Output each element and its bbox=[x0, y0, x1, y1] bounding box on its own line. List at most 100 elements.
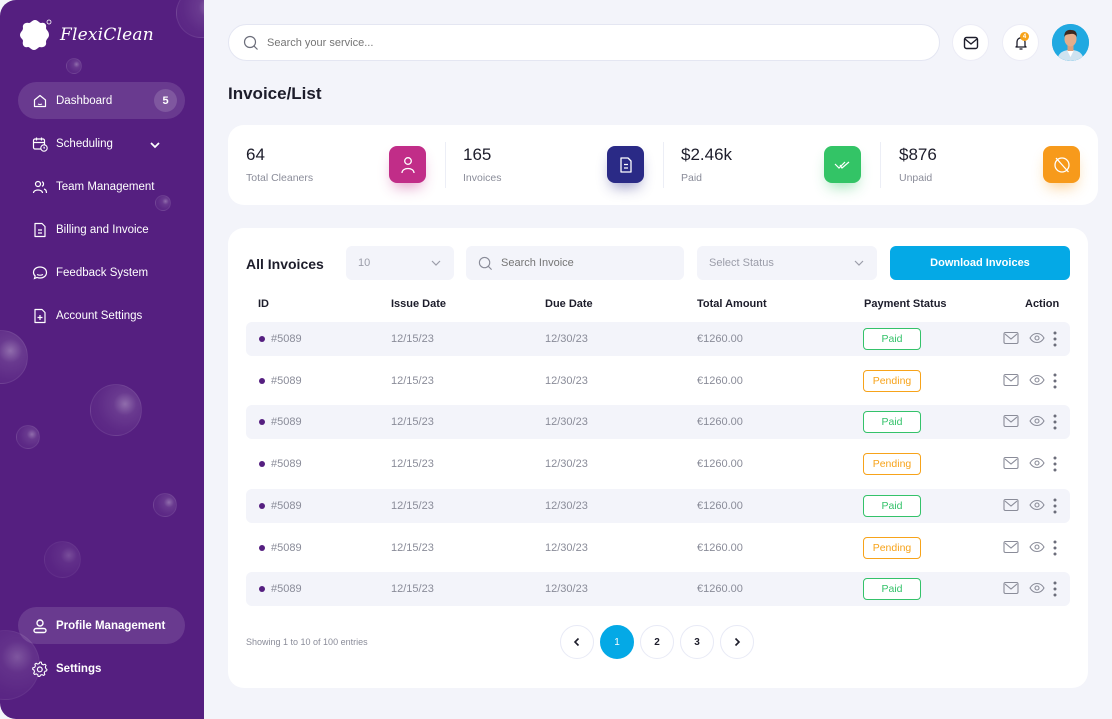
send-mail-icon[interactable] bbox=[1003, 498, 1019, 512]
invoice-id[interactable]: #5089 bbox=[271, 458, 302, 470]
more-options-icon[interactable] bbox=[1052, 372, 1058, 390]
stat-icon-box bbox=[1043, 146, 1080, 183]
invoice-id[interactable]: #5089 bbox=[271, 416, 302, 428]
table-row[interactable]: #5089 12/15/23 12/30/23 €1260.00 Paid bbox=[246, 572, 1070, 607]
file-plus-icon bbox=[34, 308, 46, 323]
column-header-issue-date[interactable]: Issue Date bbox=[391, 298, 446, 310]
invoice-id[interactable]: #5089 bbox=[271, 375, 302, 387]
row-bullet bbox=[259, 544, 265, 551]
payment-status-badge: Paid bbox=[863, 578, 921, 601]
brand-name: FlexiClean bbox=[60, 25, 154, 45]
more-options-icon[interactable] bbox=[1052, 580, 1058, 598]
stat-label: Paid bbox=[681, 172, 703, 184]
stat-invoices: 165 Invoices bbox=[463, 125, 663, 205]
due-date: 12/30/23 bbox=[545, 499, 588, 512]
sidebar-item-team-management[interactable]: Team Management bbox=[18, 168, 185, 205]
global-search[interactable] bbox=[228, 24, 940, 61]
chevron-down-icon bbox=[854, 260, 864, 266]
download-invoices-button[interactable]: Download Invoices bbox=[890, 246, 1070, 280]
view-eye-icon[interactable] bbox=[1029, 331, 1045, 345]
sidebar-item-label: Feedback System bbox=[56, 266, 149, 279]
table-row[interactable]: #5089 12/15/23 12/30/23 €1260.00 Paid bbox=[246, 322, 1070, 356]
payment-status-badge: Pending bbox=[863, 369, 921, 392]
invoice-id[interactable]: #5089 bbox=[271, 583, 302, 595]
send-mail-icon[interactable] bbox=[1003, 414, 1019, 428]
sidebar-item-dashboard[interactable]: Dashboard 5 bbox=[18, 82, 185, 119]
more-options-icon[interactable] bbox=[1052, 497, 1058, 515]
view-eye-icon[interactable] bbox=[1029, 456, 1045, 470]
total-amount: €1260.00 bbox=[697, 583, 743, 596]
more-options-icon[interactable] bbox=[1052, 330, 1058, 348]
table-row[interactable]: #5089 12/15/23 12/30/23 €1260.00 Pending bbox=[246, 447, 1070, 481]
user-avatar[interactable] bbox=[1052, 24, 1089, 61]
column-header-id[interactable]: ID bbox=[258, 298, 269, 310]
decor-bubble bbox=[90, 384, 142, 436]
invoice-search[interactable] bbox=[466, 246, 684, 280]
stat-value: 165 bbox=[463, 145, 492, 164]
page-size-select[interactable]: 10 bbox=[346, 246, 454, 280]
notifications-button[interactable]: 4 bbox=[1002, 24, 1039, 61]
no-coin-icon bbox=[1053, 156, 1070, 173]
invoice-id[interactable]: #5089 bbox=[271, 333, 302, 345]
column-header-payment-status[interactable]: Payment Status bbox=[864, 298, 947, 310]
pagination-page-2[interactable]: 2 bbox=[640, 625, 674, 659]
chevron-down-icon[interactable] bbox=[147, 137, 163, 153]
sidebar-item-profile-management[interactable]: Profile Management bbox=[18, 607, 185, 644]
pagination-page-1[interactable]: 1 bbox=[600, 625, 634, 659]
invoice-id[interactable]: #5089 bbox=[271, 542, 302, 554]
view-eye-icon[interactable] bbox=[1029, 540, 1045, 554]
sidebar-item-account-settings[interactable]: Account Settings bbox=[18, 297, 185, 334]
view-eye-icon[interactable] bbox=[1029, 373, 1045, 387]
sidebar-item-settings[interactable]: Settings bbox=[18, 650, 185, 687]
pagination-summary: Showing 1 to 10 of 100 entries bbox=[246, 637, 368, 647]
more-options-icon[interactable] bbox=[1052, 413, 1058, 431]
invoice-search-input[interactable] bbox=[501, 257, 671, 269]
view-eye-icon[interactable] bbox=[1029, 414, 1045, 428]
send-mail-icon[interactable] bbox=[1003, 331, 1019, 345]
user-icon bbox=[33, 618, 47, 633]
send-mail-icon[interactable] bbox=[1003, 581, 1019, 595]
more-options-icon[interactable] bbox=[1052, 455, 1058, 473]
stat-icon-box bbox=[389, 146, 426, 183]
pagination-page-3[interactable]: 3 bbox=[680, 625, 714, 659]
send-mail-icon[interactable] bbox=[1003, 456, 1019, 470]
stat-icon-box bbox=[824, 146, 861, 183]
stat-total-cleaners: 64 Total Cleaners bbox=[246, 125, 446, 205]
payment-status-badge: Paid bbox=[863, 328, 921, 350]
sidebar-item-scheduling[interactable]: Scheduling bbox=[18, 125, 185, 162]
issue-date: 12/15/23 bbox=[391, 416, 434, 429]
stat-divider bbox=[880, 142, 881, 188]
sidebar-item-billing-and-invoice[interactable]: Billing and Invoice bbox=[18, 211, 185, 248]
brand-logo[interactable]: FlexiClean bbox=[18, 18, 154, 52]
table-row[interactable]: #5089 12/15/23 12/30/23 €1260.00 Pending bbox=[246, 364, 1070, 398]
table-row[interactable]: #5089 12/15/23 12/30/23 €1260.00 Paid bbox=[246, 405, 1070, 440]
send-mail-icon[interactable] bbox=[1003, 373, 1019, 387]
column-header-action: Action bbox=[1025, 298, 1060, 310]
stat-unpaid: $876 Unpaid bbox=[899, 125, 1099, 205]
view-eye-icon[interactable] bbox=[1029, 581, 1045, 595]
row-bullet bbox=[259, 502, 265, 509]
column-header-due-date[interactable]: Due Date bbox=[545, 298, 593, 310]
sidebar-item-feedback-system[interactable]: Feedback System bbox=[18, 254, 185, 291]
pagination-next-button[interactable] bbox=[720, 625, 754, 659]
issue-date: 12/15/23 bbox=[391, 374, 434, 387]
column-header-total-amount[interactable]: Total Amount bbox=[697, 298, 767, 310]
invoice-id[interactable]: #5089 bbox=[271, 500, 302, 512]
table-row[interactable]: #5089 12/15/23 12/30/23 €1260.00 Paid bbox=[246, 488, 1070, 523]
issue-date: 12/15/23 bbox=[391, 333, 434, 345]
view-eye-icon[interactable] bbox=[1029, 498, 1045, 512]
decor-bubble bbox=[44, 541, 81, 578]
global-search-input[interactable] bbox=[267, 36, 867, 49]
due-date: 12/30/23 bbox=[545, 583, 588, 596]
users-icon bbox=[32, 180, 48, 193]
sidebar-item-label: Profile Management bbox=[56, 619, 166, 632]
pagination-prev-button[interactable] bbox=[560, 625, 594, 659]
page-size-value: 10 bbox=[358, 257, 371, 269]
status-select-placeholder: Select Status bbox=[709, 257, 774, 269]
send-mail-icon[interactable] bbox=[1003, 540, 1019, 554]
table-row[interactable]: #5089 12/15/23 12/30/23 €1260.00 Pending bbox=[246, 531, 1070, 565]
more-options-icon[interactable] bbox=[1052, 539, 1058, 557]
messages-button[interactable] bbox=[952, 24, 989, 61]
issue-date: 12/15/23 bbox=[391, 499, 434, 512]
status-select[interactable]: Select Status bbox=[697, 246, 877, 280]
